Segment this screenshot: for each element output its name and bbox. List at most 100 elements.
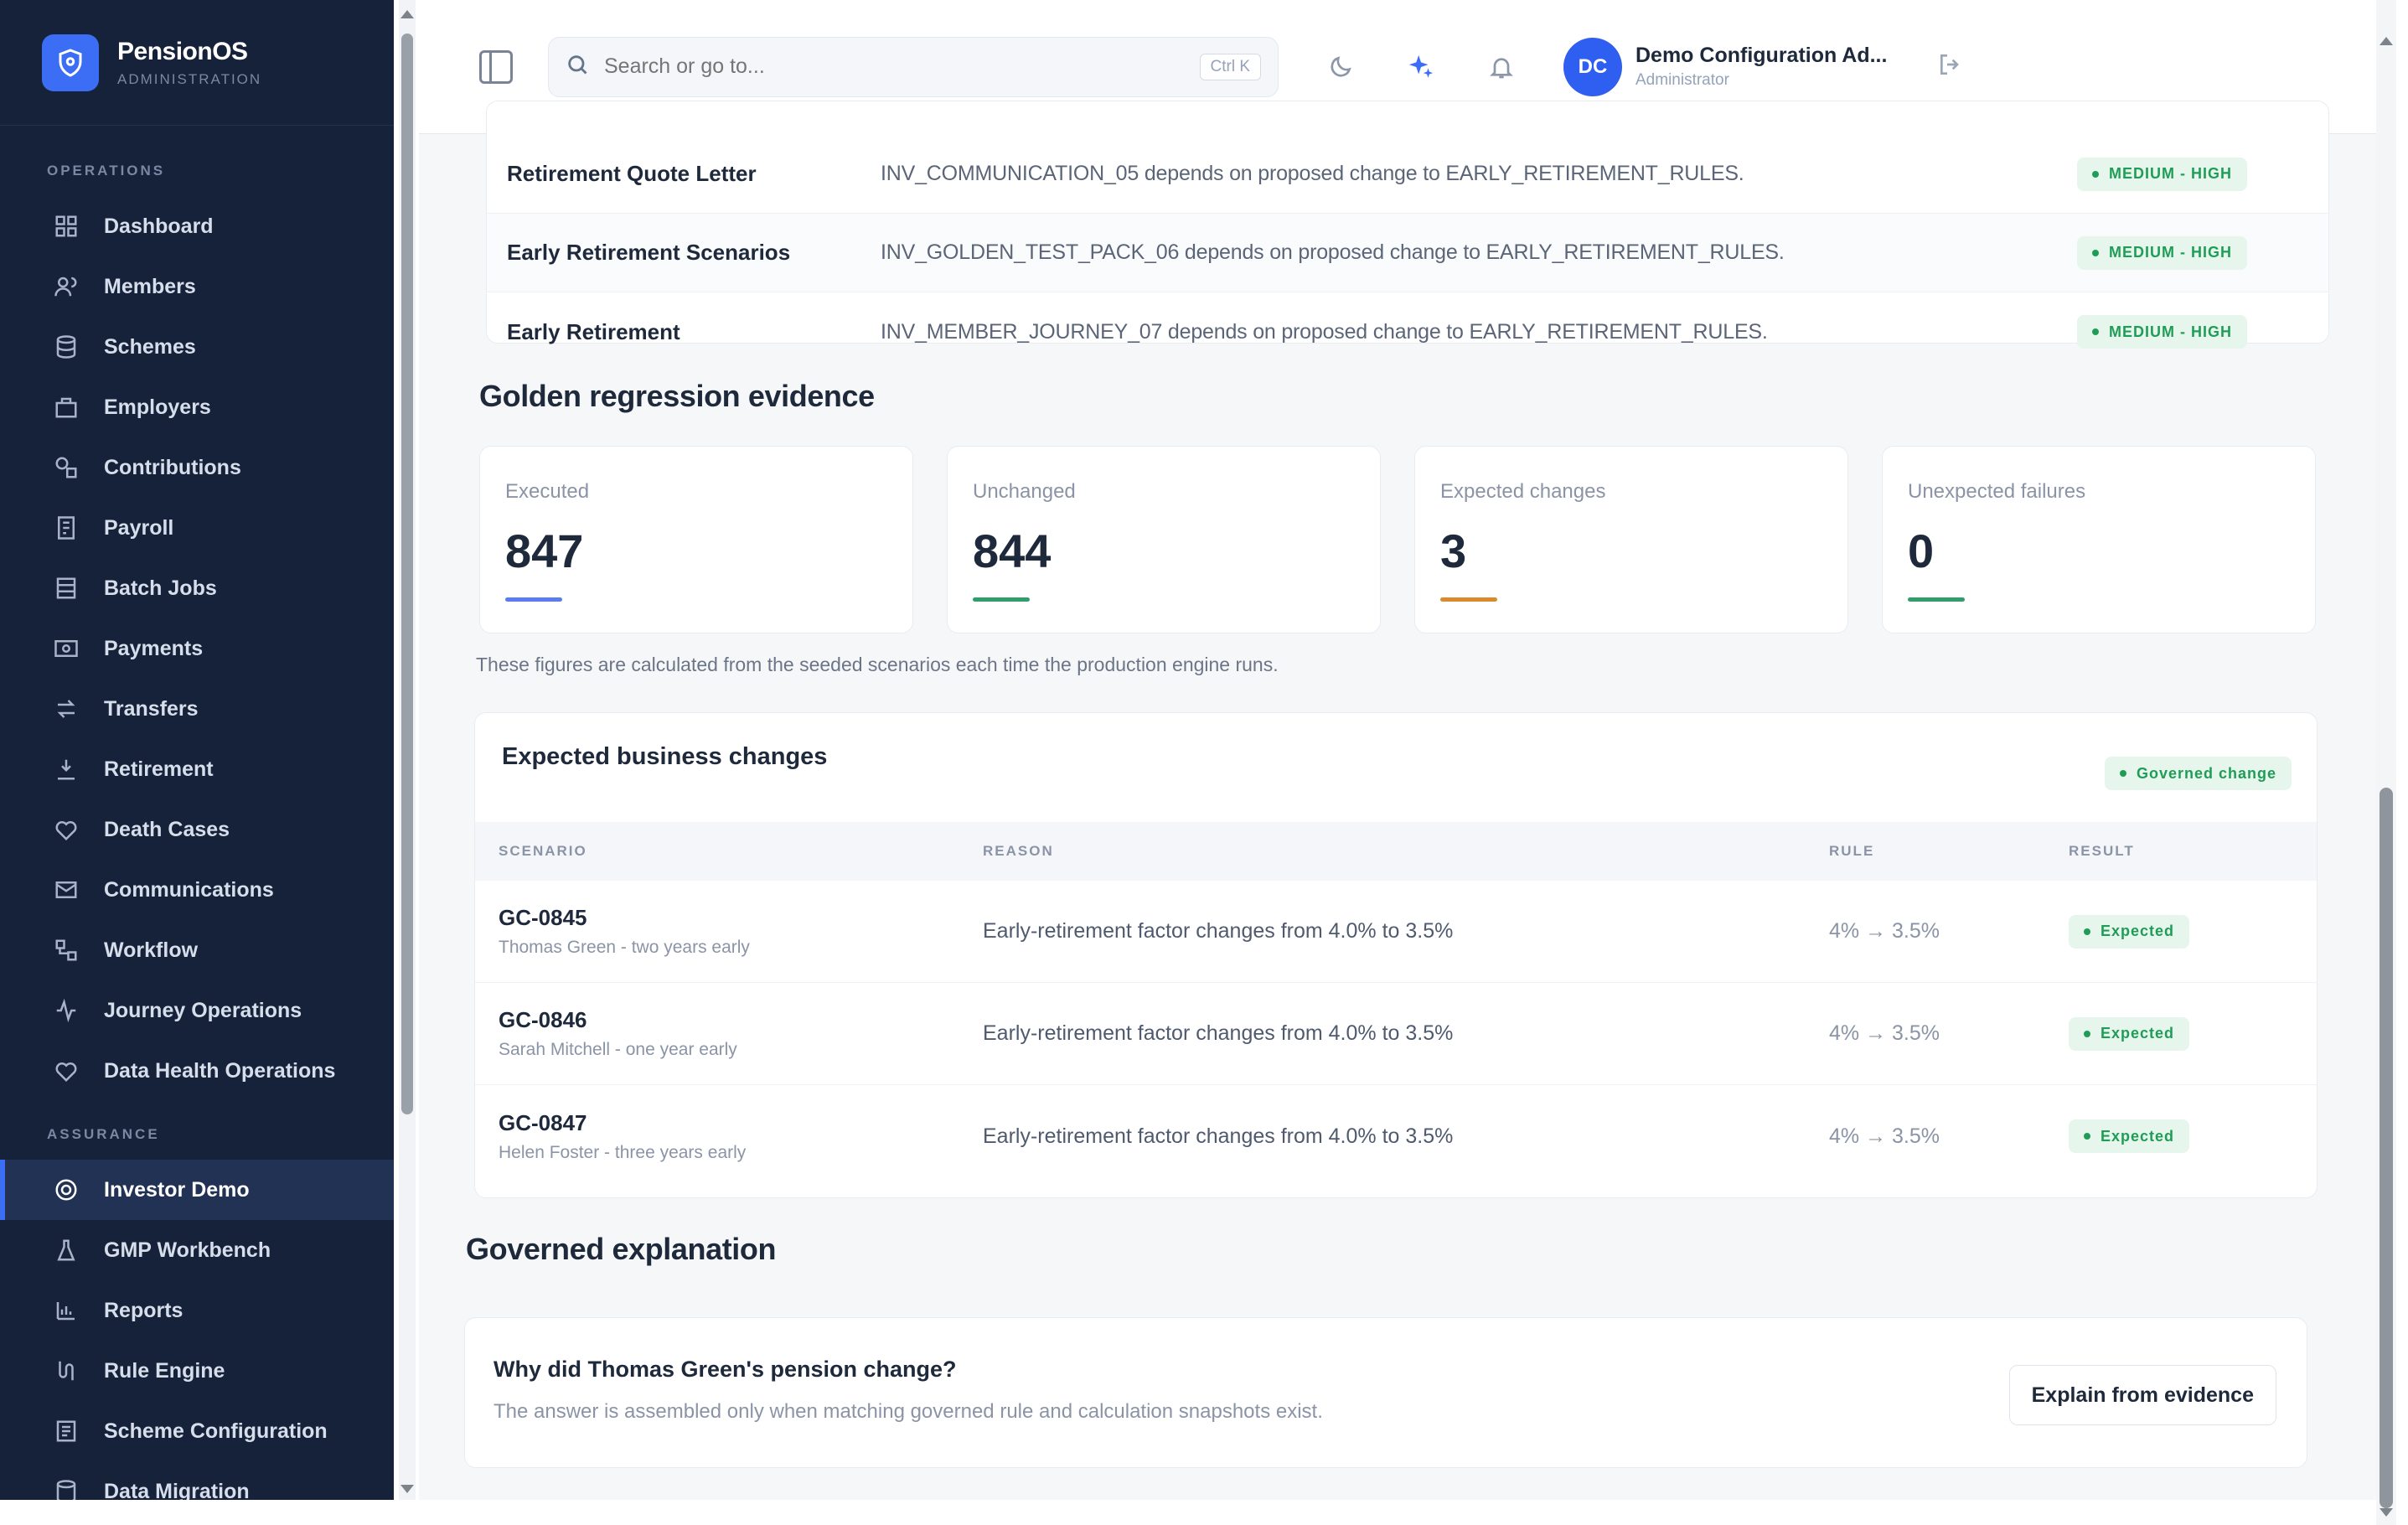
column-header-reason: REASON bbox=[983, 843, 1054, 859]
sidebar-item-label: Transfers bbox=[104, 696, 199, 721]
assurance-section-label: ASSURANCE bbox=[47, 1126, 160, 1142]
sidebar-item-reports[interactable]: Reports bbox=[0, 1280, 394, 1341]
sidebar-item-communications[interactable]: Communications bbox=[0, 860, 394, 920]
investor-demo-icon bbox=[52, 1176, 80, 1204]
user-name: Demo Configuration Ad... bbox=[1635, 44, 1888, 67]
brand: PensionOS ADMINISTRATION bbox=[0, 0, 394, 126]
impact-detail: INV_GOLDEN_TEST_PACK_06 depends on propo… bbox=[881, 240, 1785, 264]
sidebar-toggle-icon[interactable] bbox=[479, 49, 513, 84]
impact-name: Retirement Quote Letter bbox=[507, 161, 757, 186]
scenario-id: GC-0845 bbox=[499, 905, 587, 930]
search-bar[interactable]: Ctrl K bbox=[548, 36, 1279, 97]
sidebar-scroll-up-arrow-icon[interactable] bbox=[400, 10, 414, 18]
scenario-rule: 4% → 3.5% bbox=[1829, 919, 1940, 943]
sidebar-item-label: Death Cases bbox=[104, 817, 230, 841]
impact-detail: INV_MEMBER_JOURNEY_07 depends on propose… bbox=[881, 319, 1768, 344]
impact-table: Retirement Quote Letter INV_COMMUNICATIO… bbox=[486, 101, 2329, 349]
metric-label: Unchanged bbox=[973, 480, 1076, 503]
sidebar-item-label: Communications bbox=[104, 877, 274, 902]
scenario-desc: Helen Foster - three years early bbox=[499, 1142, 747, 1162]
shield-logo-icon bbox=[42, 34, 99, 91]
sidebar-item-label: Scheme Configuration bbox=[104, 1419, 328, 1443]
sidebar-item-investor-demo[interactable]: Investor Demo bbox=[0, 1160, 394, 1220]
operations-section-label: OPERATIONS bbox=[47, 163, 166, 178]
search-icon bbox=[566, 53, 589, 80]
user-menu[interactable]: Demo Configuration Ad... Administrator bbox=[1635, 44, 1887, 90]
changes-table-header: SCENARIO REASON RULE RESULT bbox=[475, 822, 2317, 881]
result-badge: Expected bbox=[2069, 1119, 2190, 1153]
sidebar-item-rule-engine[interactable]: Rule Engine bbox=[0, 1341, 394, 1401]
sidebar-item-data-health[interactable]: Data Health Operations bbox=[0, 1041, 394, 1101]
sidebar-item-workflow[interactable]: Workflow bbox=[0, 920, 394, 980]
metric-accent-bar bbox=[1908, 597, 1965, 602]
search-input[interactable] bbox=[604, 54, 1200, 79]
sidebar-scrollbar-thumb[interactable] bbox=[401, 34, 413, 1114]
logout-icon[interactable] bbox=[1937, 51, 1964, 82]
metric-label: Executed bbox=[505, 480, 590, 503]
sidebar-item-journey-operations[interactable]: Journey Operations bbox=[0, 980, 394, 1041]
impact-detail: INV_COMMUNICATION_05 depends on proposed… bbox=[881, 162, 1744, 185]
impact-name: Early Retirement bbox=[507, 318, 680, 344]
sidebar-item-data-migration[interactable]: Data Migration bbox=[0, 1461, 394, 1500]
expected-changes-card: Expected business changes Governed chang… bbox=[474, 712, 2318, 1198]
sidebar-item-label: Data Health Operations bbox=[104, 1058, 336, 1083]
sidebar-item-label: Reports bbox=[104, 1298, 183, 1322]
metric-card-unchanged: Unchanged 844 bbox=[947, 446, 1381, 633]
changes-title: Expected business changes bbox=[502, 743, 828, 770]
notifications-bell-icon[interactable] bbox=[1483, 49, 1520, 85]
employers-icon bbox=[52, 393, 80, 421]
scenario-reason: Early-retirement factor changes from 4.0… bbox=[983, 1124, 1454, 1148]
metric-value: 844 bbox=[973, 525, 1052, 577]
sidebar-item-employers[interactable]: Employers bbox=[0, 377, 394, 437]
user-avatar[interactable]: DC bbox=[1563, 37, 1622, 96]
sidebar-item-death-cases[interactable]: Death Cases bbox=[0, 799, 394, 860]
sidebar-item-schemes[interactable]: Schemes bbox=[0, 317, 394, 377]
main-scroll-down-arrow-icon[interactable] bbox=[2380, 1508, 2393, 1517]
sidebar-item-gmp-workbench[interactable]: GMP Workbench bbox=[0, 1220, 394, 1280]
workflow-icon bbox=[52, 936, 80, 964]
brand-name: PensionOS bbox=[117, 37, 248, 65]
metric-label: Unexpected failures bbox=[1908, 480, 2086, 503]
scenario-desc: Sarah Mitchell - one year early bbox=[499, 1040, 737, 1059]
sidebar-scroll-down-arrow-icon[interactable] bbox=[400, 1485, 414, 1493]
explain-from-evidence-button[interactable]: Explain from evidence bbox=[2008, 1365, 2276, 1425]
data-migration-icon bbox=[52, 1477, 80, 1500]
scenario-id: GC-0846 bbox=[499, 1007, 587, 1032]
sidebar-item-scheme-configuration[interactable]: Scheme Configuration bbox=[0, 1401, 394, 1461]
sidebar-item-label: Members bbox=[104, 274, 196, 298]
table-row[interactable]: GC-0846 Sarah Mitchell - one year early … bbox=[475, 983, 2317, 1085]
explanation-section-title: Governed explanation bbox=[466, 1232, 777, 1266]
assistant-sparkle-icon[interactable] bbox=[1403, 49, 1439, 85]
sidebar-item-transfers[interactable]: Transfers bbox=[0, 679, 394, 739]
column-header-scenario: SCENARIO bbox=[499, 843, 587, 859]
theme-moon-icon[interactable] bbox=[1322, 49, 1359, 85]
sidebar-item-payroll[interactable]: Payroll bbox=[0, 498, 394, 558]
sidebar-item-members[interactable]: Members bbox=[0, 256, 394, 317]
main-scroll-up-arrow-icon[interactable] bbox=[2380, 37, 2393, 45]
contributions-icon bbox=[52, 453, 80, 482]
sidebar-item-label: Rule Engine bbox=[104, 1358, 225, 1383]
impact-name: Early Retirement Scenarios bbox=[507, 240, 791, 265]
scenario-reason: Early-retirement factor changes from 4.0… bbox=[983, 1021, 1454, 1045]
sidebar-item-retirement[interactable]: Retirement bbox=[0, 739, 394, 799]
severity-badge: MEDIUM - HIGH bbox=[2077, 315, 2247, 349]
sidebar-item-label: Retirement bbox=[104, 757, 214, 781]
sidebar-item-label: Data Migration bbox=[104, 1479, 250, 1501]
table-row[interactable]: GC-0845 Thomas Green - two years early E… bbox=[475, 881, 2317, 983]
sidebar: PensionOS ADMINISTRATION OPERATIONS Dash… bbox=[0, 0, 394, 1500]
sidebar-item-contributions[interactable]: Contributions bbox=[0, 437, 394, 498]
sidebar-item-payments[interactable]: Payments bbox=[0, 618, 394, 679]
result-badge: Expected bbox=[2069, 914, 2190, 949]
schemes-icon bbox=[52, 333, 80, 361]
result-badge: Expected bbox=[2069, 1016, 2190, 1051]
search-shortcut-badge: Ctrl K bbox=[1199, 53, 1261, 80]
table-row: Early Retirement INV_MEMBER_JOURNEY_07 d… bbox=[487, 292, 2328, 371]
main-scrollbar-thumb[interactable] bbox=[2380, 788, 2393, 1508]
explanation-card: Why did Thomas Green's pension change? T… bbox=[464, 1317, 2307, 1468]
table-row[interactable]: GC-0847 Helen Foster - three years early… bbox=[475, 1085, 2317, 1187]
journey-icon bbox=[52, 996, 80, 1025]
sidebar-item-dashboard[interactable]: Dashboard bbox=[0, 196, 394, 256]
sidebar-item-batch-jobs[interactable]: Batch Jobs bbox=[0, 558, 394, 618]
column-header-result: RESULT bbox=[2069, 843, 2135, 859]
sidebar-item-label: GMP Workbench bbox=[104, 1238, 271, 1262]
